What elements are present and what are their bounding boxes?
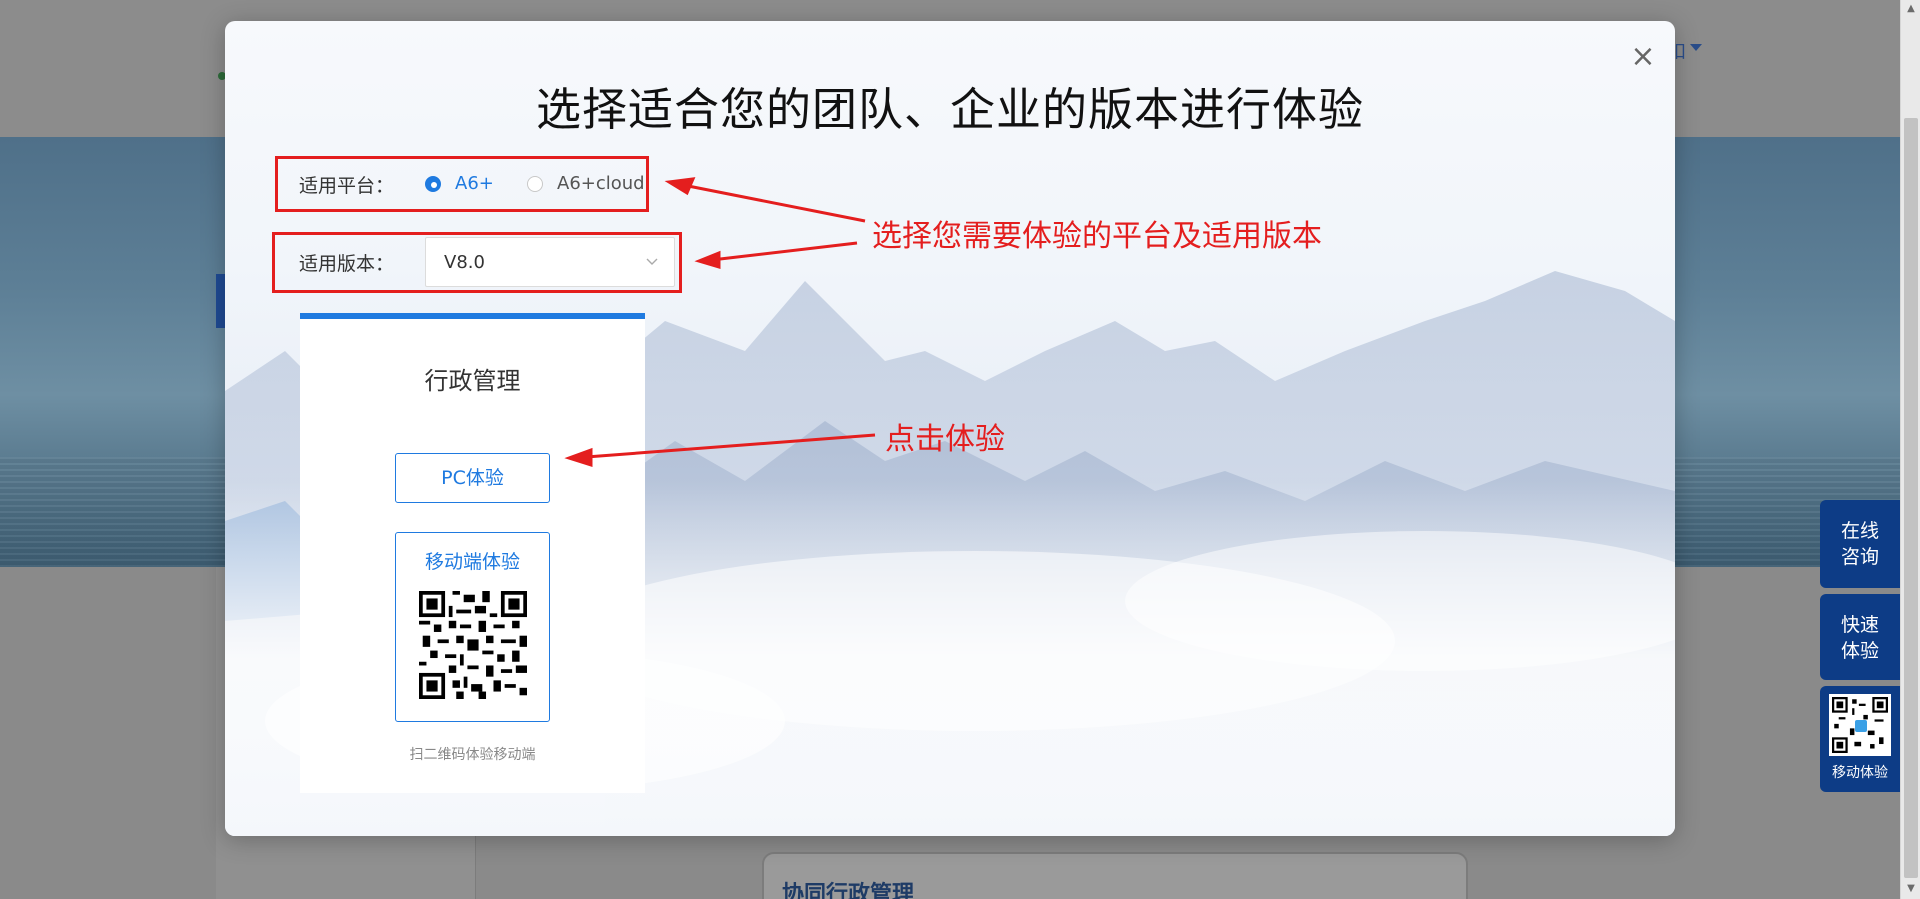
qr-code-icon — [1829, 694, 1891, 756]
modal-title: 选择适合您的团队、企业的版本进行体验 — [535, 83, 1364, 136]
platform-option-label: A6+cloud — [557, 173, 645, 194]
radio-checked-icon — [425, 175, 441, 192]
quick-experience-button[interactable]: 快速 体验 — [1820, 594, 1900, 680]
experience-card-title: 行政管理 — [424, 367, 521, 395]
online-consult-button[interactable]: 在线 咨询 — [1820, 500, 1900, 588]
version-label: 适用版本： — [299, 253, 395, 275]
quick-experience-label: 快速 体验 — [1840, 614, 1879, 662]
annotation-click-hint: 点击体验 — [885, 422, 1005, 457]
experience-card: 行政管理 PC体验 移动端体验 扫二维码体验移动端 — [300, 313, 645, 793]
version-select-modal: × 选择适合您的团队、企业的版本进行体验 适用平台： A6+ A6+cloud … — [225, 21, 1675, 836]
mobile-experience-box[interactable]: 移动端体验 — [395, 532, 550, 722]
version-select-value: V8.0 — [444, 252, 485, 273]
qr-hint-text: 扫二维码体验移动端 — [409, 747, 536, 763]
dropdown-caret-icon — [1690, 44, 1702, 51]
chevron-down-icon — [646, 258, 658, 265]
page-scrollbar[interactable]: ▲ ▼ — [1900, 0, 1920, 899]
mobile-qr-code — [419, 591, 527, 699]
close-icon[interactable]: × — [1625, 39, 1661, 75]
annotation-select-hint: 选择您需要体验的平台及适用版本 — [872, 219, 1322, 254]
platform-label: 适用平台： — [299, 175, 395, 197]
online-consult-label: 在线 咨询 — [1840, 520, 1879, 568]
product-card[interactable]: 协同行政管理 — [762, 852, 1468, 899]
platform-radio-a6plus-cloud[interactable]: A6+cloud — [527, 173, 645, 194]
scroll-down-arrow-icon[interactable]: ▼ — [1901, 880, 1920, 898]
qr-center-mark — [1855, 720, 1867, 732]
mobile-experience-button[interactable]: 移动体验 — [1820, 686, 1900, 792]
platform-radio-a6plus[interactable]: A6+ — [425, 173, 494, 194]
scroll-thumb[interactable] — [1904, 118, 1918, 878]
mobile-experience-title: 移动端体验 — [424, 551, 520, 573]
platform-option-label: A6+ — [455, 173, 494, 194]
pc-experience-button[interactable]: PC体验 — [395, 453, 550, 503]
page: 扣 协同行政管理 在线 咨询 快速 体验 移动体验 ▲ ▼ × 选择适合您的团队… — [0, 0, 1920, 899]
radio-unchecked-icon — [527, 175, 543, 192]
version-select[interactable]: V8.0 — [425, 237, 675, 287]
product-card-title: 协同行政管理 — [782, 882, 915, 899]
scroll-up-arrow-icon[interactable]: ▲ — [1901, 0, 1920, 18]
mobile-experience-label: 移动体验 — [1832, 765, 1888, 781]
